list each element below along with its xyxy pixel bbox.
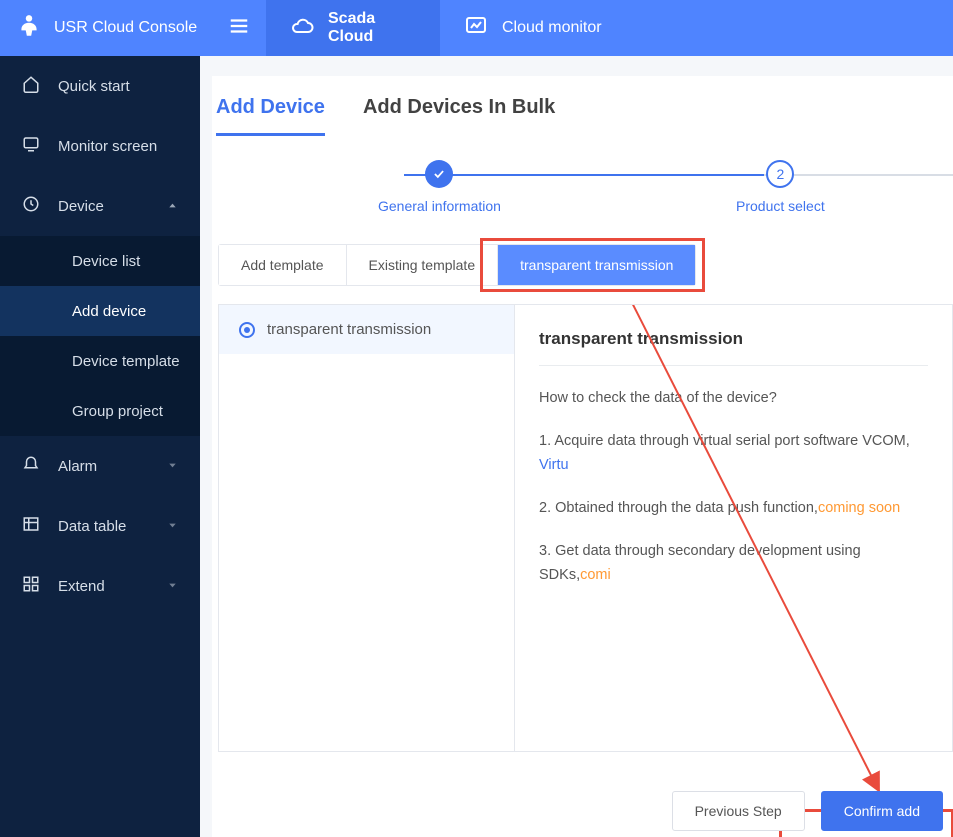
sidebar-item-extend[interactable]: Extend	[0, 556, 200, 616]
previous-step-button[interactable]: Previous Step	[672, 791, 805, 831]
tab-add-devices-bulk[interactable]: Add Devices In Bulk	[363, 96, 555, 136]
home-icon	[22, 75, 40, 97]
grid-icon	[22, 575, 40, 597]
device-icon	[22, 195, 40, 217]
cloud-icon	[290, 14, 314, 43]
sidebar: Quick start Monitor screen Device Device…	[0, 56, 200, 837]
sidebar-item-alarm[interactable]: Alarm	[0, 436, 200, 496]
sidebar-item-quick-start[interactable]: Quick start	[0, 56, 200, 116]
chevron-down-icon	[167, 458, 178, 475]
sidebar-sub-device-template[interactable]: Device template	[0, 336, 200, 386]
sidebar-label: Data table	[58, 518, 126, 535]
nav-cloud-monitor[interactable]: Cloud monitor	[440, 0, 626, 56]
table-icon	[22, 515, 40, 537]
subtab-existing-template[interactable]: Existing template	[347, 245, 499, 285]
subtab-add-template[interactable]: Add template	[219, 245, 347, 285]
sidebar-sub-label: Add device	[72, 303, 146, 320]
brand-title: USR Cloud Console	[54, 19, 197, 37]
menu-icon[interactable]	[228, 15, 250, 42]
panel-question: How to check the data of the device?	[539, 386, 928, 411]
panel-line-1: 1. Acquire data through virtual serial p…	[539, 429, 928, 478]
radio-icon	[239, 322, 255, 338]
radio-transparent-transmission[interactable]: transparent transmission	[219, 305, 514, 354]
nav-scada-label: Scada Cloud	[328, 10, 416, 46]
link-vcom[interactable]: Virtu	[539, 457, 569, 473]
sidebar-sub-label: Group project	[72, 403, 163, 420]
content-left: transparent transmission	[219, 305, 515, 751]
alarm-icon	[22, 455, 40, 477]
panel-line-3: 3. Get data through secondary developmen…	[539, 539, 928, 588]
template-subtabs: Add template Existing template transpare…	[218, 244, 696, 286]
step-product-select[interactable]: 2 Product select	[736, 160, 825, 214]
sidebar-label: Quick start	[58, 78, 130, 95]
sidebar-label: Extend	[58, 578, 105, 595]
monitor-chart-icon	[464, 14, 488, 43]
sidebar-item-data-table[interactable]: Data table	[0, 496, 200, 556]
step-number: 2	[766, 160, 794, 188]
text: 2. Obtained through the data push functi…	[539, 500, 818, 516]
chevron-down-icon	[167, 518, 178, 535]
brand-logo-icon	[16, 13, 42, 44]
confirm-add-button[interactable]: Confirm add	[821, 791, 943, 831]
main-area: Add Device Add Devices In Bulk General i…	[200, 56, 953, 837]
nav-scada-cloud[interactable]: Scada Cloud	[266, 0, 440, 56]
step-general-information[interactable]: General information	[378, 160, 501, 214]
coming-soon-label: coming soon	[818, 500, 900, 516]
coming-soon-label: comi	[580, 567, 611, 583]
check-icon	[425, 160, 453, 188]
panel-line-2: 2. Obtained through the data push functi…	[539, 496, 928, 521]
chevron-up-icon	[167, 198, 178, 215]
sidebar-label: Device	[58, 198, 104, 215]
card: Add Device Add Devices In Bulk General i…	[212, 76, 953, 837]
screen-icon	[22, 135, 40, 157]
content-panel: transparent transmission transparent tra…	[218, 304, 953, 752]
panel-title: transparent transmission	[539, 329, 928, 366]
brand-area: USR Cloud Console	[0, 0, 266, 56]
subtabs-wrap: Add template Existing template transpare…	[212, 244, 953, 286]
content-right: transparent transmission How to check th…	[515, 305, 952, 751]
sidebar-label: Alarm	[58, 458, 97, 475]
step-label: Product select	[736, 198, 825, 214]
subtab-transparent-transmission[interactable]: transparent transmission	[498, 245, 695, 285]
nav-monitor-label: Cloud monitor	[502, 19, 602, 37]
chevron-down-icon	[167, 578, 178, 595]
sidebar-sub-device-list[interactable]: Device list	[0, 236, 200, 286]
sidebar-sub-group-project[interactable]: Group project	[0, 386, 200, 436]
page-tabs: Add Device Add Devices In Bulk	[212, 96, 953, 136]
sidebar-sub-add-device[interactable]: Add device	[0, 286, 200, 336]
sidebar-label: Monitor screen	[58, 138, 157, 155]
stepper: General information 2 Product select	[212, 160, 953, 240]
step-label: General information	[378, 198, 501, 214]
sidebar-item-device[interactable]: Device	[0, 176, 200, 236]
footer-buttons: Previous Step Confirm add	[672, 791, 943, 831]
text: 1. Acquire data through virtual serial p…	[539, 433, 910, 449]
sidebar-item-monitor-screen[interactable]: Monitor screen	[0, 116, 200, 176]
sidebar-sub-label: Device template	[72, 353, 180, 370]
radio-label: transparent transmission	[267, 321, 431, 338]
sidebar-sub-label: Device list	[72, 253, 140, 270]
tab-add-device[interactable]: Add Device	[216, 96, 325, 136]
top-header: USR Cloud Console Scada Cloud Cloud moni…	[0, 0, 953, 56]
